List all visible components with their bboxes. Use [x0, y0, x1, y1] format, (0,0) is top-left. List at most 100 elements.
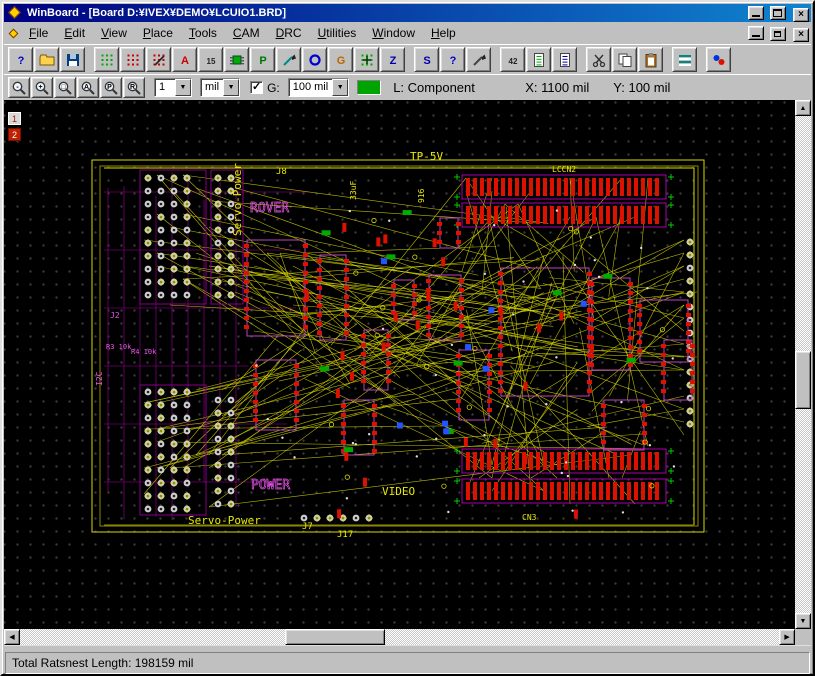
svg-text:S: S	[423, 55, 430, 67]
svg-text:G: G	[336, 55, 345, 67]
menu-drc[interactable]: DRC	[268, 23, 310, 43]
svg-text:P: P	[259, 55, 266, 67]
scroll-down-button[interactable]: ▼	[795, 613, 811, 629]
grid-color-swatch[interactable]	[357, 80, 381, 95]
mdi-restore-icon	[774, 31, 781, 37]
menu-file[interactable]: File	[21, 23, 56, 43]
menu-help[interactable]: Help	[423, 23, 464, 43]
svg-text:P: P	[107, 84, 112, 91]
measure-icon	[471, 52, 487, 68]
svg-text:?: ?	[449, 55, 456, 67]
pcb-board-drawing: Servo-PowerJ8ROVERTP-5V33uF916LCCN2POWER…	[4, 100, 799, 629]
report-button[interactable]	[526, 47, 551, 72]
zoom-out-button[interactable]: -	[8, 77, 30, 98]
maximize-button[interactable]	[770, 6, 786, 20]
zoom-scale-value: 1	[155, 79, 175, 96]
mdi-close-button[interactable]: ×	[793, 28, 809, 42]
add-grid-button[interactable]	[354, 47, 379, 72]
vertical-scroll-track[interactable]	[795, 116, 811, 613]
measure-button[interactable]	[466, 47, 491, 72]
grid-toggle[interactable]: ✓ G:	[250, 81, 280, 95]
add-grid-icon	[359, 52, 375, 68]
route-zigzag-button[interactable]: Z	[380, 47, 405, 72]
netlist-button[interactable]	[552, 47, 577, 72]
scroll-left-button[interactable]: ◀	[4, 629, 20, 645]
place-pin-button[interactable]: P	[250, 47, 275, 72]
board-label: TP-5V	[410, 150, 443, 163]
board-workarea: Servo-PowerJ8ROVERTP-5V33uF916LCCN2POWER…	[4, 100, 811, 629]
mdi-restore-button[interactable]	[770, 27, 786, 41]
save-icon	[65, 52, 81, 68]
vertical-scrollbar[interactable]: ▲ ▼	[795, 100, 811, 629]
board-label: 33uF	[349, 181, 358, 200]
zoom-in-icon: +	[34, 80, 50, 96]
layer-stack-button[interactable]	[672, 47, 697, 72]
minimize-button[interactable]	[748, 6, 764, 20]
vertical-scroll-thumb[interactable]	[795, 351, 811, 409]
zoom-in-button[interactable]: +	[31, 77, 53, 98]
scroll-up-button[interactable]: ▲	[795, 100, 811, 116]
grid-dots-button[interactable]	[94, 47, 119, 72]
zoom-redraw-button[interactable]: R	[123, 77, 145, 98]
status-bar: Total Ratsnest Length: 198159 mil	[4, 645, 811, 676]
board-label: 916	[417, 188, 426, 203]
units-select[interactable]: mil ▼	[200, 78, 240, 97]
chevron-down-icon[interactable]: ▼	[175, 79, 191, 96]
grid-checkbox[interactable]: ✓	[250, 81, 263, 94]
cut-button[interactable]	[586, 47, 611, 72]
query-button[interactable]: ?	[440, 47, 465, 72]
minimize-icon	[752, 15, 760, 17]
colors-button[interactable]	[706, 47, 731, 72]
help-button[interactable]: ?	[8, 47, 33, 72]
menu-place[interactable]: Place	[135, 23, 181, 43]
place-pin-icon: P	[255, 52, 271, 68]
document-system-icon[interactable]	[6, 24, 21, 42]
text-tool-button[interactable]: A	[172, 47, 197, 72]
close-button[interactable]: ×	[793, 8, 809, 22]
grid-size-value: 100 mil	[289, 79, 332, 96]
chevron-down-icon[interactable]: ▼	[223, 79, 239, 96]
grid-snap-button[interactable]	[120, 47, 145, 72]
svg-text:A: A	[181, 55, 189, 67]
grid-edit-button[interactable]	[146, 47, 171, 72]
calculator-button[interactable]: 42	[500, 47, 525, 72]
horizontal-scrollbar[interactable]: ◀ ▶	[4, 629, 795, 645]
menu-view[interactable]: View	[93, 23, 135, 43]
route-smooth-button[interactable]: S	[414, 47, 439, 72]
glue-tool-button[interactable]: G	[328, 47, 353, 72]
report-icon	[531, 52, 547, 68]
menu-cam[interactable]: CAM	[225, 23, 268, 43]
zoom-window-button[interactable]: □	[54, 77, 76, 98]
zoom-scale-select[interactable]: 1 ▼	[154, 78, 192, 97]
board-canvas[interactable]: Servo-PowerJ8ROVERTP-5V33uF916LCCN2POWER…	[4, 100, 799, 629]
netlist-icon	[557, 52, 573, 68]
save-button[interactable]	[60, 47, 85, 72]
copy-button[interactable]	[612, 47, 637, 72]
board-label: R4 10k	[131, 348, 157, 356]
horizontal-scroll-thumb[interactable]	[285, 629, 385, 645]
mdi-minimize-button[interactable]	[748, 26, 764, 40]
scroll-right-button[interactable]: ▶	[779, 629, 795, 645]
chevron-down-icon[interactable]: ▼	[332, 79, 348, 96]
zoom-all-button[interactable]: A	[77, 77, 99, 98]
place-via-button[interactable]	[302, 47, 327, 72]
place-component-button[interactable]	[224, 47, 249, 72]
board-label: ROVER	[250, 201, 289, 216]
menu-edit[interactable]: Edit	[56, 23, 93, 43]
draw-wire-button[interactable]	[276, 47, 301, 72]
horizontal-scroll-track[interactable]	[20, 629, 779, 645]
menu-window[interactable]: Window	[364, 23, 423, 43]
grid-size-select[interactable]: 100 mil ▼	[288, 78, 349, 97]
svg-text:A: A	[84, 84, 89, 91]
angle-15-button[interactable]: 15	[198, 47, 223, 72]
zoom-previous-button[interactable]: P	[100, 77, 122, 98]
menu-tools[interactable]: Tools	[181, 23, 225, 43]
svg-text:15: 15	[206, 57, 215, 66]
sheet-tab-2[interactable]: 2	[8, 128, 21, 141]
board-label: Servo-Power	[231, 163, 244, 236]
colors-icon	[711, 52, 727, 68]
paste-button[interactable]	[638, 47, 663, 72]
open-button[interactable]	[34, 47, 59, 72]
menu-utilities[interactable]: Utilities	[310, 23, 365, 43]
sheet-tab-1[interactable]: 1	[8, 112, 21, 125]
